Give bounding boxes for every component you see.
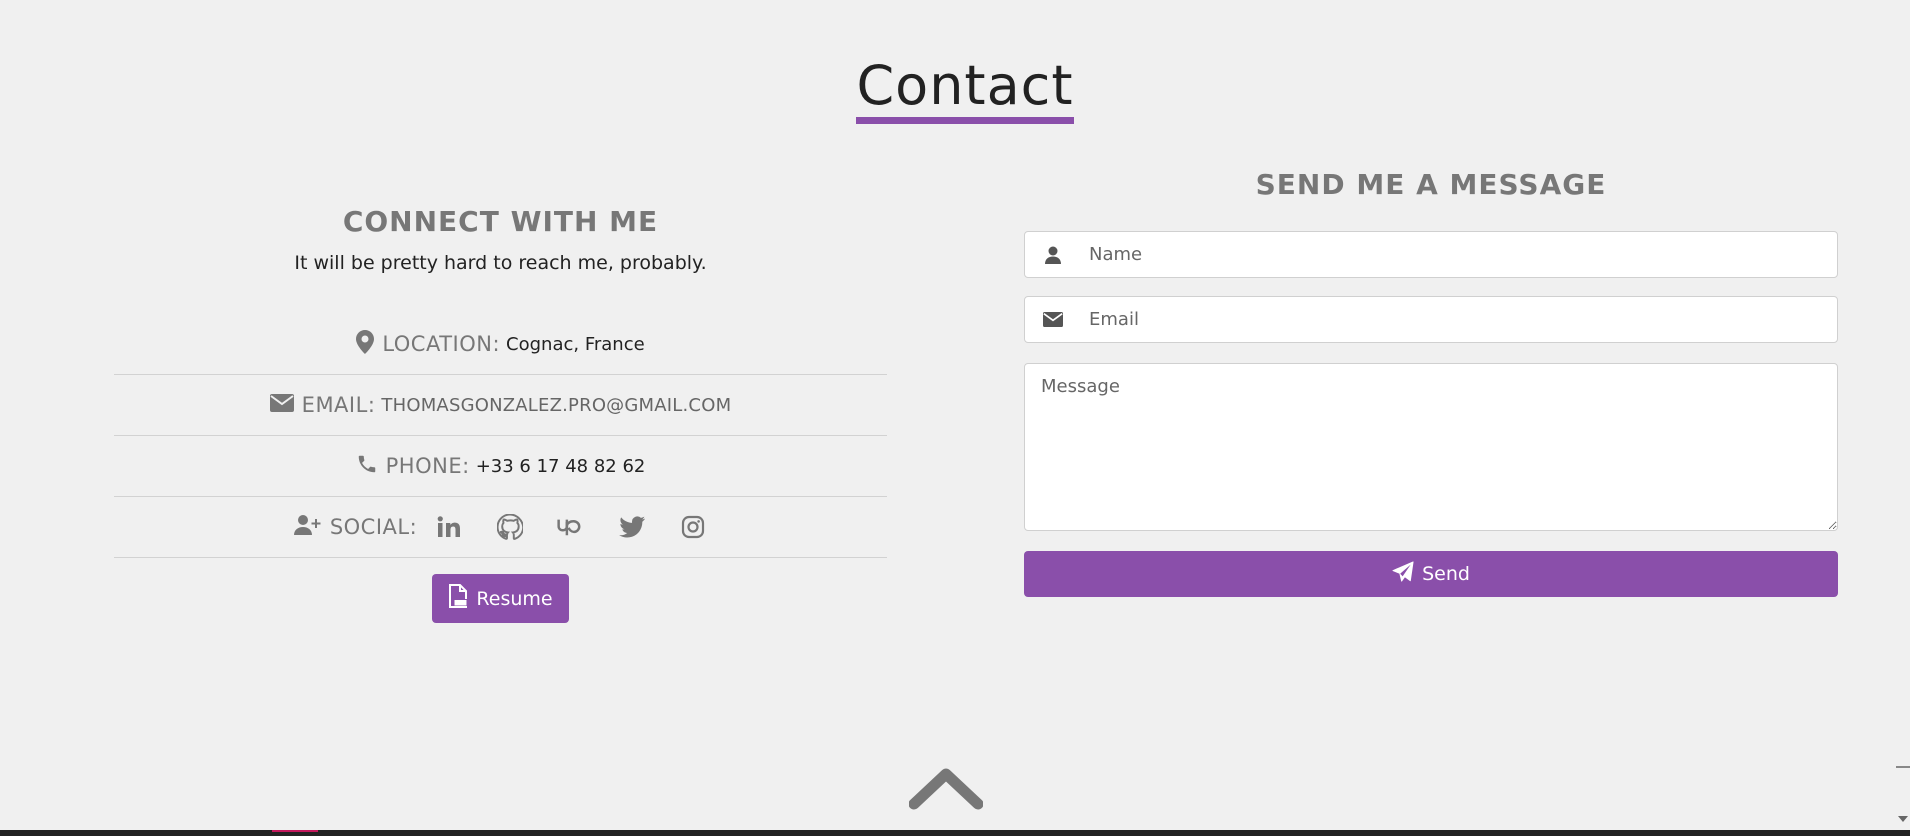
github-icon[interactable] <box>496 513 524 541</box>
location-row: LOCATION: Cognac, France <box>114 314 887 375</box>
map-marker-icon <box>356 329 375 359</box>
phone-label: PHONE: <box>385 454 470 478</box>
phone-icon <box>356 453 378 480</box>
message-form: SEND ME A MESSAGE Send <box>1024 168 1838 597</box>
connect-heading: CONNECT WITH ME <box>342 205 659 238</box>
linkedin-icon[interactable] <box>435 513 463 541</box>
social-label: SOCIAL: <box>329 515 418 539</box>
file-pdf-icon <box>448 584 468 613</box>
name-input[interactable] <box>1081 232 1837 277</box>
connect-subtitle: It will be pretty hard to reach me, prob… <box>294 252 707 274</box>
resume-label: Resume <box>476 587 553 610</box>
send-button[interactable]: Send <box>1024 551 1838 597</box>
message-textarea[interactable] <box>1025 364 1837 530</box>
footer-accent <box>272 830 318 832</box>
message-heading: SEND ME A MESSAGE <box>1255 168 1607 201</box>
scroll-down-arrow-icon[interactable] <box>1898 816 1908 822</box>
contact-page: Contact CONNECT WITH ME It will be prett… <box>0 0 1910 836</box>
phone-value: +33 6 17 48 82 62 <box>475 455 646 477</box>
social-row: SOCIAL: <box>114 497 887 558</box>
resume-wrap: Resume <box>114 574 887 623</box>
instagram-icon[interactable] <box>679 513 707 541</box>
name-field <box>1024 231 1838 278</box>
user-icon <box>1025 246 1081 264</box>
location-label: LOCATION: <box>382 332 501 356</box>
back-to-top-button[interactable] <box>908 764 984 814</box>
email-field <box>1024 296 1838 343</box>
location-value: Cognac, France <box>506 333 645 355</box>
page-title: Contact <box>0 54 1910 125</box>
email-row: EMAIL: THOMASGONZALEZ.PRO@GMAIL.COM <box>114 375 887 436</box>
upwork-icon[interactable] <box>557 513 585 541</box>
envelope-icon <box>269 393 294 417</box>
email-input[interactable] <box>1081 297 1837 342</box>
send-label: Send <box>1422 563 1470 585</box>
paper-plane-icon <box>1392 560 1414 588</box>
chevron-up-icon <box>908 768 984 810</box>
contact-info-list: LOCATION: Cognac, France EMAIL: THOMASGO… <box>114 314 887 558</box>
connect-panel: CONNECT WITH ME It will be pretty hard t… <box>114 205 887 623</box>
message-field <box>1024 363 1838 531</box>
twitter-icon[interactable] <box>618 513 646 541</box>
email-label: EMAIL: <box>301 393 376 417</box>
user-plus-icon <box>293 514 322 541</box>
email-link[interactable]: THOMASGONZALEZ.PRO@GMAIL.COM <box>381 395 731 416</box>
scrollbar-mark <box>1896 766 1910 768</box>
page-title-text: Contact <box>856 55 1074 125</box>
phone-row: PHONE: +33 6 17 48 82 62 <box>114 436 887 497</box>
resume-button[interactable]: Resume <box>432 574 569 623</box>
envelope-icon <box>1025 312 1081 327</box>
